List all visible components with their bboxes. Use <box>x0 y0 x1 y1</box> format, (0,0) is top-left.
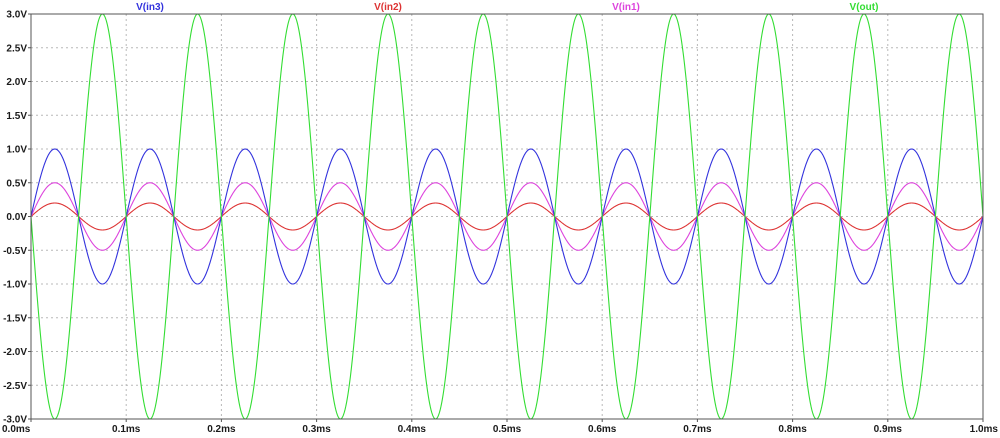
x-tick-label: 0.1ms <box>112 424 141 435</box>
x-tick-label: 0.4ms <box>398 424 427 435</box>
y-tick-label: 3.0V <box>6 10 27 21</box>
x-tick-label: 0.2ms <box>207 424 236 435</box>
x-tick-label: 0.3ms <box>302 424 331 435</box>
y-tick-label: -2.5V <box>3 381 27 392</box>
y-tick-label: 0.5V <box>6 178 27 189</box>
x-axis-ticks: 0.0ms 0.1ms 0.2ms 0.3ms 0.4ms 0.5ms 0.6ms 0.7ms… <box>2 419 998 435</box>
x-tick-label: 1.0ms <box>970 424 999 435</box>
y-tick-label: 2.5V <box>6 43 27 54</box>
y-tick-label: 1.0V <box>6 145 27 156</box>
waveform-chart: 3.0V 2.5V 2.0V 1.5V 1.0V 0.5V 0.0V -0.5V -1.0V -1… <box>2 2 998 435</box>
x-tick-label: 0.6ms <box>588 424 617 435</box>
y-tick-label: 1.5V <box>6 111 27 122</box>
y-tick-label: -0.5V <box>3 246 27 257</box>
legend-entry-vin3[interactable]: V(in3) <box>136 2 164 13</box>
y-tick-label: 2.0V <box>6 77 27 88</box>
x-tick-label: 0.7ms <box>683 424 712 435</box>
x-tick-label: 0.5ms <box>493 424 522 435</box>
y-tick-label: -1.0V <box>3 280 27 291</box>
x-tick-label: 0.8ms <box>778 424 807 435</box>
legend-entry-vin2[interactable]: V(in2) <box>374 2 402 13</box>
y-axis-ticks: 3.0V 2.5V 2.0V 1.5V 1.0V 0.5V 0.0V -0.5V -1.0V -1… <box>3 10 31 426</box>
waveform-viewer: 3.0V 2.5V 2.0V 1.5V 1.0V 0.5V 0.0V -0.5V -1.0V -1… <box>0 0 1000 438</box>
x-tick-label: 0.9ms <box>874 424 903 435</box>
y-tick-label: 0.0V <box>6 212 27 223</box>
x-tick-label: 0.0ms <box>2 424 31 435</box>
legend: V(in3) V(in2) V(in1) V(out) <box>136 2 878 13</box>
y-tick-label: -2.0V <box>3 347 27 358</box>
legend-entry-vout[interactable]: V(out) <box>850 2 879 13</box>
y-tick-label: -1.5V <box>3 313 27 324</box>
legend-entry-vin1[interactable]: V(in1) <box>612 2 640 13</box>
